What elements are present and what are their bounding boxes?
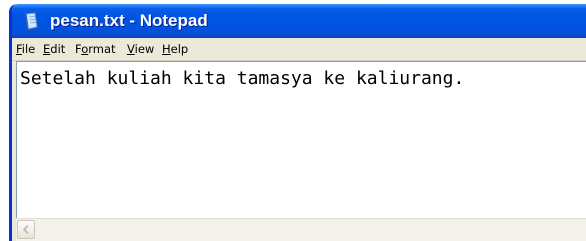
editor-content[interactable]: Setelah kuliah kita tamasya ke kaliurang… [20,68,464,89]
menu-help-accelerator: H [162,42,171,56]
menu-help-label: elp [170,42,189,56]
menu-file[interactable]: File [16,42,35,56]
notepad-icon[interactable] [24,12,40,30]
menu-bar: File Edit Format View Help [12,38,586,61]
menu-view[interactable]: View [127,42,154,56]
notepad-window: pesan.txt - Notepad File Edit Format Vie… [9,4,586,241]
scroll-left-button[interactable] [17,220,35,239]
text-editor[interactable]: Setelah kuliah kita tamasya ke kaliurang… [16,61,586,219]
horizontal-scrollbar[interactable] [16,218,586,241]
menu-edit-label: dit [50,42,66,56]
menu-format-label: rmat [88,42,116,56]
menu-file-label: ile [21,42,36,56]
menu-edit[interactable]: Edit [43,42,65,56]
window-title: pesan.txt - Notepad [50,11,208,30]
chevron-left-icon [23,225,29,234]
menu-view-accelerator: V [127,42,135,56]
menu-format[interactable]: Format [75,42,116,56]
menu-help[interactable]: Help [162,42,188,56]
title-bar[interactable]: pesan.txt - Notepad [12,4,586,38]
menu-view-label: iew [134,42,155,56]
